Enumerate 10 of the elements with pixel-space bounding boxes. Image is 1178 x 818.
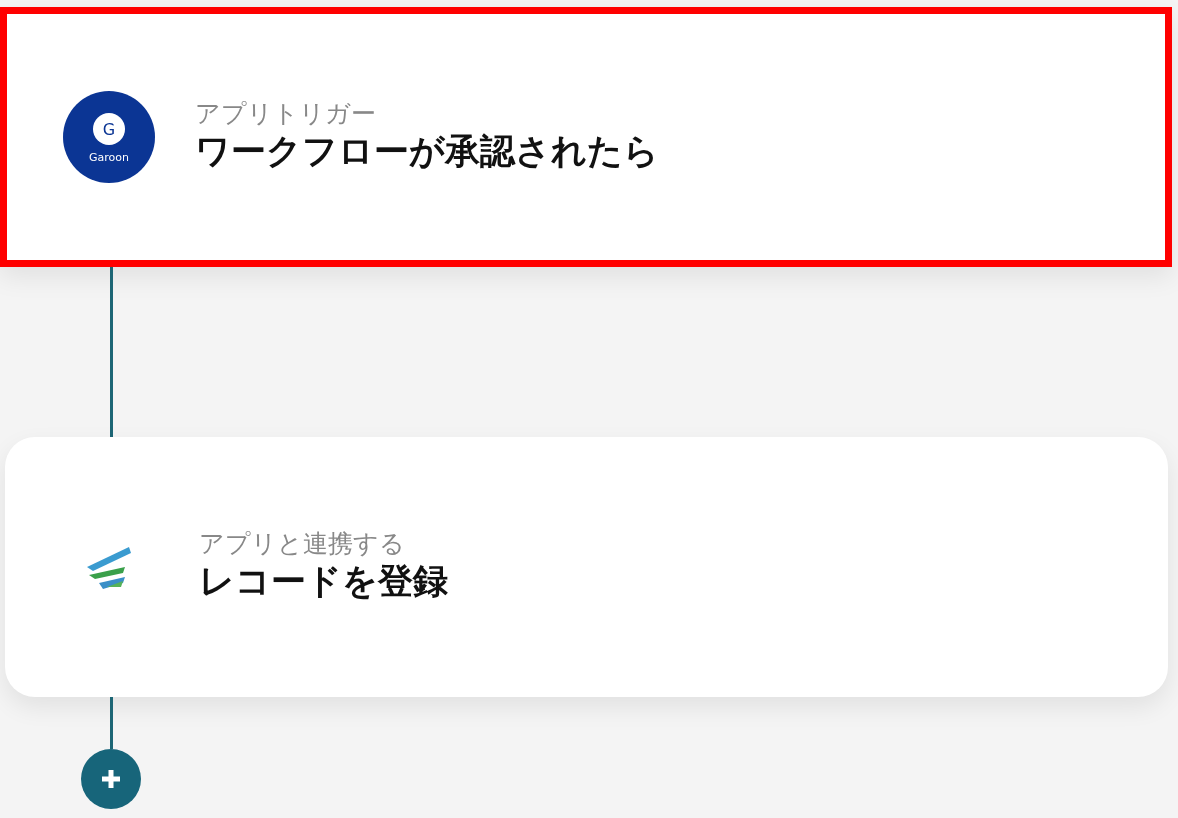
step-type-label: アプリと連携する (199, 529, 406, 560)
step-card[interactable]: アプリと連携する レコードを登録 (5, 437, 1168, 697)
highlighted-step-card[interactable]: G Garoon アプリトリガー ワークフローが承認されたら (0, 7, 1172, 267)
step-title: レコードを登録 (199, 560, 448, 604)
step-type-label: アプリトリガー (195, 99, 377, 130)
logo-letter: G (102, 120, 116, 139)
add-step-button[interactable] (81, 749, 141, 809)
step-title: ワークフローが承認されたら (195, 130, 659, 174)
logo-text: Garoon (89, 151, 129, 164)
plus-icon (99, 767, 123, 791)
